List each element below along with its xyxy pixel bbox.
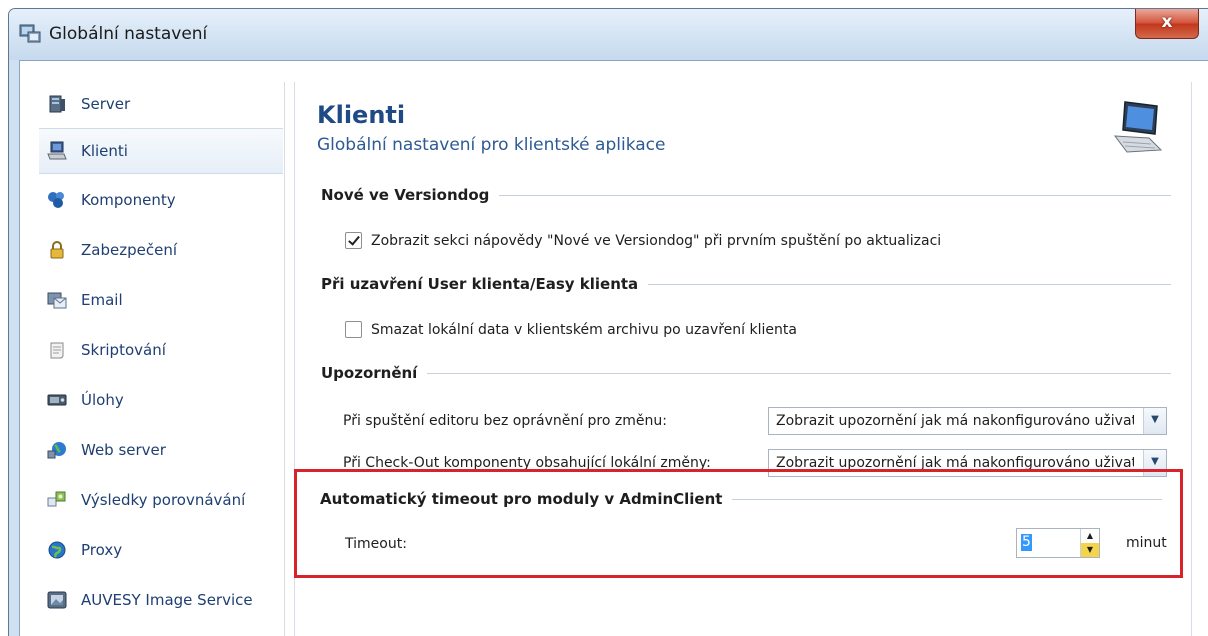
sidebar-item-email[interactable]: Email (39, 278, 283, 322)
close-icon: x (1161, 12, 1173, 32)
email-icon (47, 292, 67, 309)
show-news-checkbox-label[interactable]: Zobrazit sekci nápovědy "Nové ve Version… (371, 233, 941, 249)
sidebar-item-server[interactable]: Server (39, 82, 283, 126)
script-icon (50, 342, 64, 359)
components-icon (48, 192, 64, 208)
stepper-down-icon[interactable]: ▼ (1081, 543, 1099, 557)
editor-warning-select[interactable]: Zobrazit upozornění jak má nakonfigurová… (768, 407, 1167, 435)
section-header-timeout: Automatický timeout pro moduly v AdminCl… (320, 490, 1162, 508)
sidebar-item-label: Server (81, 95, 131, 113)
sidebar-item-komponenty[interactable]: Komponenty (39, 178, 283, 222)
editor-warning-value: Zobrazit upozornění jak má nakonfigurová… (776, 413, 1134, 429)
section-header-news: Nové ve Versiondog (321, 186, 1171, 204)
sidebar-item-label: Zabezpečení (81, 241, 177, 259)
sidebar-item-web-server[interactable]: Web server (39, 428, 283, 472)
section-title: Při uzavření User klienta/Easy klienta (321, 275, 639, 293)
timeout-unit: minut (1126, 535, 1167, 551)
sidebar-item-label: Klienti (81, 142, 128, 160)
page-subtitle: Globální nastavení pro klientské aplikac… (317, 135, 666, 155)
editor-warning-label: Při spuštění editoru bez oprávnění pro z… (343, 413, 667, 429)
sidebar-item-ulohy[interactable]: Úlohy (39, 378, 283, 422)
sidebar-item-label: Proxy (81, 541, 123, 559)
timeout-input[interactable]: 5 (1021, 534, 1032, 551)
sidebar-item-label: Výsledky porovnávání (81, 491, 246, 509)
divider (499, 194, 1171, 196)
server-icon (49, 95, 65, 113)
tasks-icon (47, 394, 67, 406)
sidebar-item-auvesy-image-service[interactable]: AUVESY Image Service (39, 578, 283, 622)
section-title: Automatický timeout pro moduly v AdminCl… (320, 490, 723, 508)
sidebar-item-label: Úlohy (81, 391, 124, 409)
computer-monitor-icon (1113, 101, 1163, 153)
section-title: Upozornění (321, 364, 418, 382)
show-news-option[interactable]: Zobrazit sekci nápovědy "Nové ve Version… (345, 232, 941, 249)
globe-icon (48, 541, 66, 559)
delete-local-data-option[interactable]: Smazat lokální data v klientském archivu… (345, 321, 797, 338)
highlight-box (294, 469, 1183, 578)
divider (732, 498, 1162, 500)
chevron-down-icon[interactable]: ▼ (1143, 408, 1166, 434)
stepper-buttons: ▲ ▼ (1080, 529, 1099, 557)
globe-network-icon (47, 442, 66, 459)
sidebar-item-label: AUVESY Image Service (81, 591, 253, 609)
computer-icon (47, 141, 67, 160)
section-header-close: Při uzavření User klienta/Easy klienta (321, 275, 1171, 293)
title-bar[interactable]: Globální nastavení x (9, 9, 1208, 60)
page-title: Klienti (317, 101, 406, 129)
sidebar-item-skriptovani[interactable]: Skriptování (39, 328, 283, 372)
lock-icon (50, 241, 64, 259)
sidebar-item-label: Web server (81, 441, 166, 459)
sidebar-item-proxy[interactable]: Proxy (39, 528, 283, 572)
sidebar-item-label: Skriptování (81, 341, 166, 359)
sidebar-item-label: Email (81, 291, 123, 309)
divider (648, 283, 1171, 285)
timeout-label: Timeout: (345, 536, 407, 552)
sidebar-item-zabezpeceni[interactable]: Zabezpečení (39, 228, 283, 272)
sidebar: Server Klienti Komponenty Zabezpečení Em… (39, 82, 285, 636)
sidebar-item-klienti[interactable]: Klienti (39, 128, 283, 174)
timeout-stepper[interactable]: 5 ▲ ▼ (1016, 528, 1100, 558)
delete-local-data-checkbox[interactable] (345, 321, 362, 338)
divider (427, 372, 1171, 374)
delete-local-data-checkbox-label[interactable]: Smazat lokální data v klientském archivu… (371, 322, 797, 338)
close-button[interactable]: x (1135, 9, 1199, 39)
image-service-icon (47, 591, 67, 609)
sidebar-item-label: Komponenty (81, 191, 176, 209)
sidebar-item-vysledky-porovnavani[interactable]: Výsledky porovnávání (39, 478, 283, 522)
compare-icon (47, 491, 66, 507)
section-title: Nové ve Versiondog (321, 186, 490, 204)
stepper-up-icon[interactable]: ▲ (1081, 529, 1099, 543)
window-title: Globální nastavení (49, 24, 208, 44)
show-news-checkbox[interactable] (345, 232, 362, 249)
section-header-warnings: Upozornění (321, 364, 1171, 382)
app-settings-icon (19, 24, 41, 43)
